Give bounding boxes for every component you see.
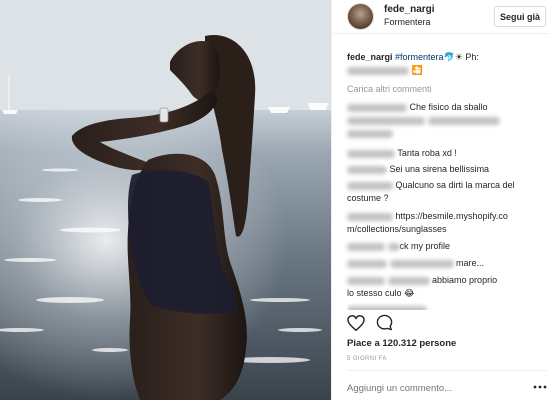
caption-emoji: 🎦 xyxy=(411,65,423,75)
comment-link[interactable]: m/collections/sunglasses xyxy=(347,224,447,234)
blurred-username xyxy=(347,103,407,112)
more-options-icon[interactable] xyxy=(533,381,547,393)
avatar[interactable] xyxy=(347,3,374,30)
caption: fede_nargi #formentera🐬☀ Ph: xyxy=(347,51,545,64)
comment-row-cont: lo stesso culo 😂 xyxy=(347,287,545,300)
comment-row xyxy=(347,114,545,127)
comment-text: Che fisico da sballo xyxy=(409,102,488,112)
blurred-comment xyxy=(347,305,427,310)
comment-row: https://besmile.myshopify.co xyxy=(347,210,545,223)
comment-text: ck my profile xyxy=(399,241,451,251)
comment-row: Tanta roba xd ! xyxy=(347,147,545,160)
blurred-comment xyxy=(387,242,400,251)
caption-line-2: 🎦 xyxy=(347,64,545,77)
comment-row: Che fisico da sballo xyxy=(347,101,545,114)
follow-button[interactable]: Segui già xyxy=(494,6,546,27)
comment-row: ck my profile xyxy=(347,240,545,253)
comment-text: Sei una sirena bellissima xyxy=(389,164,490,174)
blurred-username xyxy=(347,165,387,174)
blurred-username xyxy=(347,116,425,125)
blurred-username xyxy=(347,212,393,221)
comment-row-cont: m/collections/sunglasses xyxy=(347,223,545,236)
blurred-username xyxy=(347,276,385,285)
post-side-panel: fede_nargi Formentera Segui già fede_nar… xyxy=(331,0,549,400)
blurred-comment xyxy=(427,116,500,125)
caption-hashtag[interactable]: #formentera xyxy=(395,52,444,62)
comment-text: costume ? xyxy=(347,193,389,203)
blurred-handle xyxy=(347,66,409,75)
comment-link[interactable]: https://besmile.myshopify.co xyxy=(396,211,508,221)
likes-count[interactable]: Piace a 120.312 persone xyxy=(347,338,456,349)
caption-text: 🐬☀ Ph: xyxy=(443,52,479,62)
comment-row xyxy=(347,127,545,140)
comment-row-cut xyxy=(347,303,545,310)
blurred-comment xyxy=(347,129,393,138)
blurred-username xyxy=(347,149,395,158)
comment-text: lo stesso culo 😂 xyxy=(347,288,415,298)
comment-icon[interactable] xyxy=(376,314,393,331)
comment-row: Qualcuno sa dirti la marca del xyxy=(347,179,545,192)
blurred-mention xyxy=(387,276,430,285)
blurred-username xyxy=(347,259,387,268)
post-actions xyxy=(332,311,549,333)
post-dialog: fede_nargi Formentera Segui già fede_nar… xyxy=(0,0,549,400)
post-timestamp: 5 GIORNI FA xyxy=(347,356,387,362)
blurred-mention xyxy=(389,259,454,268)
post-username[interactable]: fede_nargi xyxy=(384,4,435,15)
comment-text: mare... xyxy=(456,258,485,268)
comment-text: abbiamo proprio xyxy=(432,275,498,285)
post-location[interactable]: Formentera xyxy=(384,17,431,27)
add-comment-input[interactable] xyxy=(347,383,537,394)
comment-row: mare... xyxy=(347,257,545,270)
photo-scene xyxy=(0,0,331,400)
post-photo[interactable] xyxy=(0,0,331,400)
blurred-username xyxy=(347,242,385,251)
caption-username[interactable]: fede_nargi xyxy=(347,52,393,62)
comment-text: Qualcuno sa dirti la marca del xyxy=(395,180,515,190)
comment-row: abbiamo proprio xyxy=(347,274,545,287)
comment-text: Tanta roba xd ! xyxy=(397,148,457,158)
load-more-comments[interactable]: Carica altri commenti xyxy=(347,83,545,96)
heart-icon[interactable] xyxy=(347,315,365,331)
comment-form xyxy=(347,370,547,400)
comment-row: Sei una sirena bellissima xyxy=(347,163,545,176)
comment-row-cont: costume ? xyxy=(347,192,545,205)
blurred-username xyxy=(347,181,393,190)
post-header: fede_nargi Formentera Segui già xyxy=(332,0,549,34)
